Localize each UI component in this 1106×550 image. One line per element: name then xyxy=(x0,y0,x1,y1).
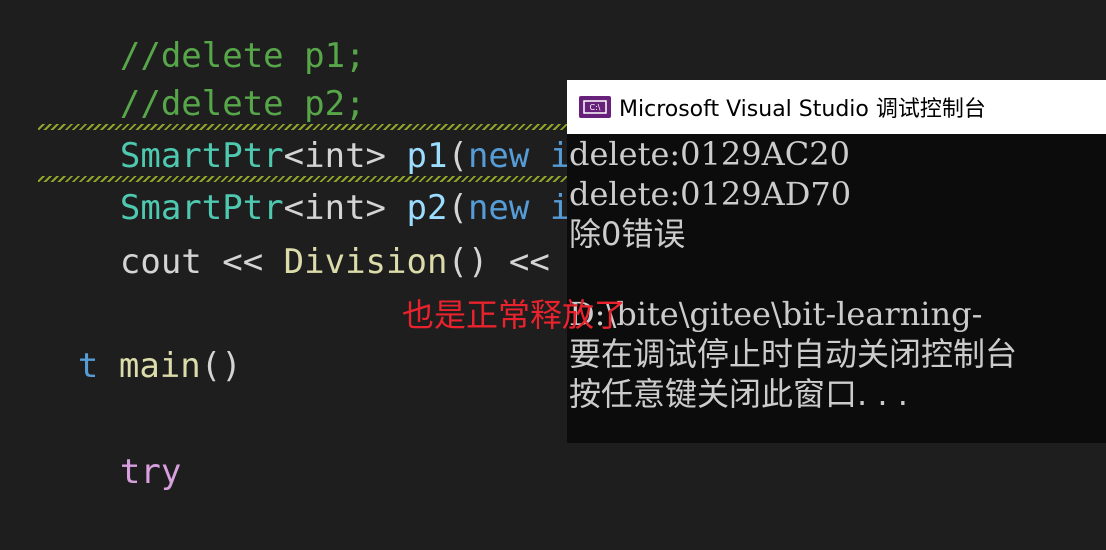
visual-studio-icon: C:\ xyxy=(579,96,611,118)
function-name: main xyxy=(118,346,201,386)
code-line-comment-p2: //delete p2; xyxy=(38,26,366,124)
function-call: Division xyxy=(283,242,448,282)
warning-squiggle xyxy=(38,176,578,182)
console-line: D:\bite\gitee\bit-learning- xyxy=(569,295,983,333)
identifier-cout: cout xyxy=(119,242,202,282)
code-line-cout: cout << Division() << end xyxy=(38,184,632,282)
call-parens: () xyxy=(200,346,242,386)
console-line: 除0错误 xyxy=(569,215,686,253)
console-line: 要在调试停止时自动关闭控制台 xyxy=(569,335,1018,373)
svg-text:C:\: C:\ xyxy=(590,103,601,112)
call-parens: () xyxy=(447,242,489,282)
keyword-int-partial: t xyxy=(77,346,99,386)
console-titlebar[interactable]: C:\ Microsoft Visual Studio 调试控制台 xyxy=(567,80,1106,134)
console-line: delete:0129AD70 xyxy=(569,175,852,213)
console-line: delete:0129AC20 xyxy=(569,135,850,173)
console-output: delete:0129AC20 delete:0129AD70 除0错误 D:\… xyxy=(567,134,1106,414)
red-annotation: 也是正常释放了 xyxy=(402,296,627,334)
operator: << xyxy=(488,242,571,282)
code-line-try: try xyxy=(38,394,181,492)
debug-console-window[interactable]: C:\ Microsoft Visual Studio 调试控制台 delete… xyxy=(567,80,1106,443)
operator: << xyxy=(201,242,284,282)
code-line-p1-decl: SmartPtr<int> p1(new int( xyxy=(38,78,632,176)
code-line-main: t main() xyxy=(0,288,242,386)
console-line: 按任意键关闭此窗口. . . xyxy=(569,375,908,413)
keyword-try: try xyxy=(119,452,182,492)
console-title: Microsoft Visual Studio 调试控制台 xyxy=(619,97,986,122)
code-line-p2-decl: SmartPtr<int> p2(new int( xyxy=(38,130,632,228)
